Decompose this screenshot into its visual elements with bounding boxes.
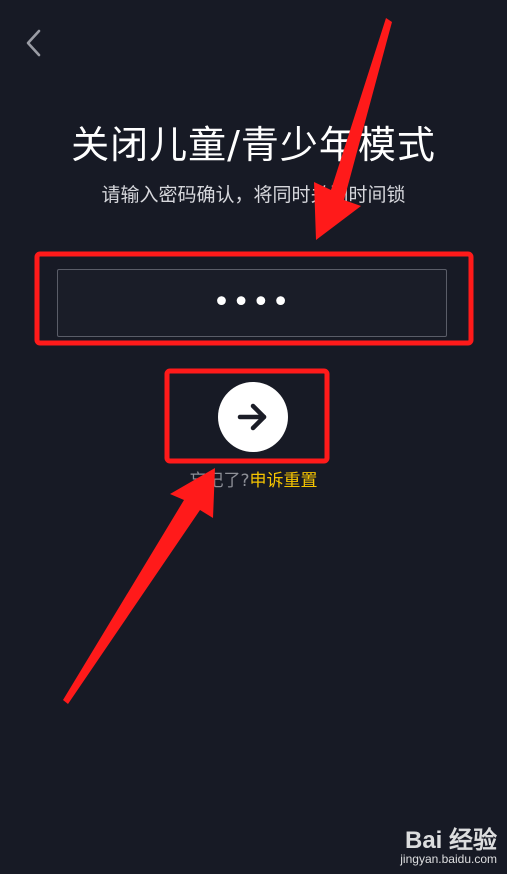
baidu-watermark: Bai 经验 jingyan.baidu.com [367, 820, 497, 866]
screen: 关闭儿童/青少年模式 请输入密码确认，将同时关闭时间锁 •••• 忘记了?申诉重… [0, 0, 507, 874]
watermark-url: jingyan.baidu.com [400, 852, 497, 866]
annotation-arrow-bottom [63, 468, 215, 704]
chevron-left-icon [26, 29, 41, 57]
submit-button[interactable] [218, 382, 288, 452]
password-value: •••• [212, 285, 292, 320]
back-button[interactable] [20, 28, 50, 58]
password-input[interactable]: •••• [57, 269, 447, 337]
watermark-brand: Bai 经验 [404, 827, 497, 854]
forgot-password-row: 忘记了?申诉重置 [0, 469, 507, 493]
page-subtitle: 请输入密码确认，将同时关闭时间锁 [101, 184, 406, 206]
page-title: 关闭儿童/青少年模式 [71, 123, 436, 167]
forgot-text: 忘记了? [189, 471, 250, 491]
arrow-right-icon [237, 403, 267, 431]
appeal-reset-link[interactable]: 申诉重置 [250, 471, 318, 491]
